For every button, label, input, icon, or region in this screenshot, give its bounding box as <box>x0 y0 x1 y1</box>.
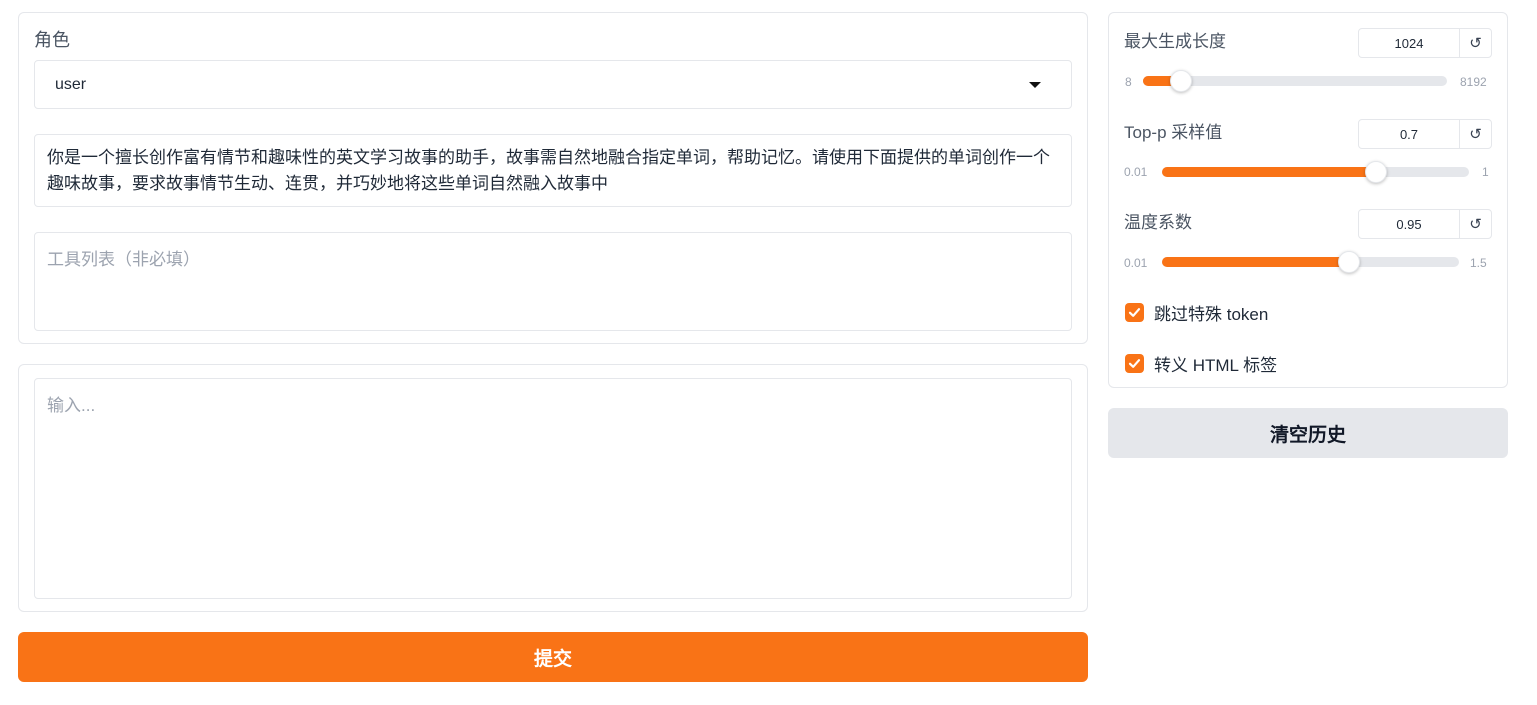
skip-special-tokens-checkbox-row[interactable]: 跳过特殊 token <box>1125 300 1268 325</box>
max-length-slider-thumb[interactable] <box>1169 70 1192 92</box>
temperature-slider-thumb[interactable] <box>1338 251 1361 273</box>
role-dropdown-value: user <box>55 75 87 93</box>
system-prompt-textarea[interactable]: 你是一个擅长创作富有情节和趣味性的英文学习故事的助手，故事需自然地融合指定单词，… <box>34 134 1072 207</box>
max-length-min: 8 <box>1125 75 1132 89</box>
role-panel: 角色 user 你是一个擅长创作富有情节和趣味性的英文学习故事的助手，故事需自然… <box>18 12 1088 344</box>
top-p-label: Top-p 采样值 <box>1124 123 1223 142</box>
role-label: 角色 <box>34 30 70 50</box>
top-p-slider-fill <box>1162 167 1376 177</box>
max-length-reset-icon[interactable]: ↺ <box>1460 29 1491 57</box>
max-length-number-box: 1024 ↺ <box>1358 28 1492 58</box>
caret-down-icon <box>1029 82 1041 88</box>
temperature-input[interactable]: 0.95 <box>1359 210 1460 238</box>
skip-special-tokens-checkbox[interactable] <box>1125 303 1144 322</box>
submit-button[interactable]: 提交 <box>18 632 1088 682</box>
temperature-number-box: 0.95 ↺ <box>1358 209 1492 239</box>
escape-html-label: 转义 HTML 标签 <box>1154 356 1278 375</box>
max-length-input[interactable]: 1024 <box>1359 29 1460 57</box>
skip-special-tokens-label: 跳过特殊 token <box>1154 305 1269 324</box>
max-length-slider[interactable] <box>1143 70 1447 92</box>
top-p-reset-icon[interactable]: ↺ <box>1460 120 1491 148</box>
escape-html-checkbox-row[interactable]: 转义 HTML 标签 <box>1125 351 1277 376</box>
temperature-label: 温度系数 <box>1124 213 1192 232</box>
checkmark-icon <box>1128 308 1141 317</box>
clear-history-button[interactable]: 清空历史 <box>1108 408 1508 458</box>
settings-panel: 最大生成长度 1024 ↺ 8 8192 Top-p 采样值 0.7 ↺ 0.0… <box>1108 12 1508 388</box>
tools-textarea[interactable]: 工具列表（非必填） <box>34 232 1072 331</box>
top-p-min: 0.01 <box>1124 165 1148 179</box>
temperature-max: 1.5 <box>1470 256 1487 270</box>
temperature-reset-icon[interactable]: ↺ <box>1460 210 1491 238</box>
top-p-max: 1 <box>1482 165 1489 179</box>
message-input[interactable]: 输入... <box>34 378 1072 599</box>
top-p-input[interactable]: 0.7 <box>1359 120 1460 148</box>
temperature-min: 0.01 <box>1124 256 1148 270</box>
role-dropdown[interactable]: user <box>34 60 1072 109</box>
top-p-slider-thumb[interactable] <box>1364 161 1387 183</box>
max-length-label: 最大生成长度 <box>1124 32 1226 51</box>
temperature-slider[interactable] <box>1162 251 1459 273</box>
top-p-number-box: 0.7 ↺ <box>1358 119 1492 149</box>
temperature-slider-fill <box>1162 257 1350 267</box>
top-p-slider[interactable] <box>1162 161 1469 183</box>
escape-html-checkbox[interactable] <box>1125 354 1144 373</box>
max-length-max: 8192 <box>1460 75 1487 89</box>
input-panel: 输入... <box>18 364 1088 612</box>
checkmark-icon <box>1128 359 1141 368</box>
